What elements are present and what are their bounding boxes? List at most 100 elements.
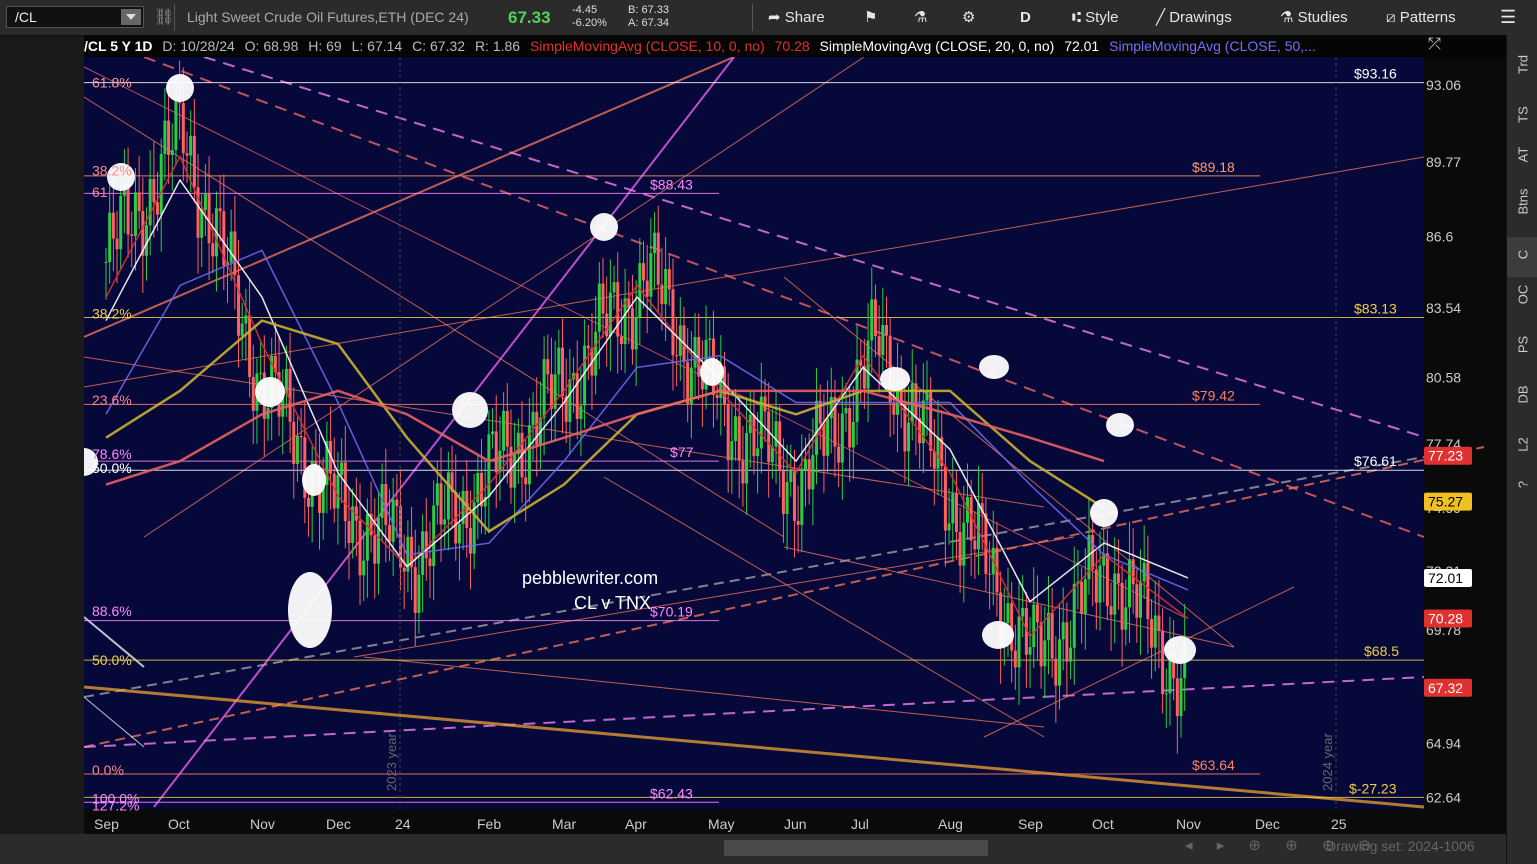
- candle-body: [649, 252, 653, 297]
- y-tick-label: 64.94: [1426, 736, 1461, 752]
- candle-body: [457, 524, 461, 544]
- candle-body: [358, 520, 362, 576]
- candle-body: [244, 315, 248, 324]
- price-level-label: $88.43: [650, 176, 693, 192]
- right-panel-tab-label: AT: [1515, 146, 1531, 163]
- candle-body: [579, 405, 583, 420]
- gear-icon[interactable]: ⚙: [962, 0, 975, 35]
- candle-body: [211, 243, 215, 257]
- candle-body: [130, 234, 134, 236]
- candle-body: [575, 373, 579, 420]
- candle-body: [837, 446, 841, 463]
- ohlc-low: L: 67.14: [351, 38, 403, 54]
- candle-body: [767, 411, 771, 463]
- candle-body: [619, 336, 623, 345]
- right-panel-tab[interactable]: DB: [1507, 377, 1537, 417]
- candle-body: [734, 416, 738, 442]
- style-button[interactable]: ⑆ Style: [1072, 0, 1119, 35]
- candle-body: [675, 355, 679, 357]
- right-panel-tab[interactable]: Btns: [1507, 187, 1537, 227]
- right-panel-tab[interactable]: C: [1507, 237, 1537, 277]
- share-button[interactable]: ➦ Share: [768, 0, 825, 35]
- y-tick-label: 89.77: [1426, 154, 1461, 170]
- candle-body: [299, 435, 303, 438]
- candle-body: [737, 416, 741, 461]
- candle-body: [848, 408, 852, 448]
- candle-body: [159, 153, 163, 215]
- candle-body: [468, 528, 472, 554]
- link-icon[interactable]: ⛓: [154, 0, 174, 35]
- candle-body: [752, 414, 756, 457]
- flag-icon[interactable]: ⚑: [864, 0, 877, 35]
- candle-body: [667, 269, 671, 290]
- crosshair-off-icon[interactable]: ⤱: [1428, 36, 1441, 54]
- ohlc-date: D: 10/28/24: [162, 38, 235, 54]
- candle-body: [1043, 640, 1047, 667]
- menu-icon[interactable]: ☰: [1500, 0, 1516, 35]
- right-panel: Trd TS AT Btns C OC PS DB L2?: [1506, 35, 1537, 864]
- candle-body: [800, 470, 804, 525]
- fib-label: 61: [92, 184, 108, 200]
- candle-body: [259, 372, 263, 374]
- right-panel-tab[interactable]: Trd: [1507, 47, 1537, 87]
- right-panel-tab[interactable]: PS: [1507, 327, 1537, 367]
- candle-body: [336, 474, 340, 509]
- price-level-label: $-27.23: [1349, 780, 1397, 796]
- candle-body: [936, 437, 940, 469]
- candle-body: [1131, 559, 1135, 585]
- drawings-button[interactable]: ╱ Drawings: [1156, 0, 1232, 35]
- period-button[interactable]: D: [1020, 0, 1031, 35]
- candle-body: [446, 472, 450, 520]
- scrollbar-thumb[interactable]: [724, 840, 988, 856]
- highlight-circle: [288, 572, 332, 648]
- x-tick-label: Sep: [94, 816, 119, 832]
- style-label: Style: [1085, 9, 1119, 26]
- price-level-label: $79.42: [1192, 387, 1235, 403]
- candle-body: [542, 359, 546, 418]
- symbol-description: Light Sweet Crude Oil Futures,ETH (DEC 2…: [187, 9, 469, 25]
- right-panel-tab[interactable]: TS: [1507, 97, 1537, 137]
- y-tick-label: 93.06: [1426, 77, 1461, 93]
- right-panel-tab[interactable]: ?: [1507, 467, 1537, 507]
- candle-body: [822, 423, 826, 456]
- candle-body: [443, 519, 447, 525]
- highlight-circle: [979, 355, 1009, 379]
- right-panel-tab[interactable]: L2: [1507, 427, 1537, 467]
- candle-body: [634, 317, 638, 350]
- candle-body: [487, 434, 491, 497]
- ohlc-range: R: 1.86: [474, 38, 521, 54]
- candle-body: [1150, 619, 1154, 648]
- candle-body: [203, 193, 207, 211]
- candle-body: [362, 560, 366, 576]
- candle-body: [295, 435, 299, 465]
- flask-icon[interactable]: ⚗: [914, 0, 927, 35]
- right-panel-tab[interactable]: AT: [1507, 137, 1537, 177]
- candle-body: [174, 95, 178, 150]
- candle-body: [524, 477, 528, 485]
- candle-body: [148, 178, 152, 226]
- studies-label: Studies: [1297, 9, 1348, 26]
- candle-body: [796, 520, 800, 525]
- candle-body: [947, 523, 951, 531]
- candle-body: [1161, 630, 1165, 695]
- candle-body: [126, 183, 130, 235]
- candle-body: [664, 269, 668, 305]
- price-chart[interactable]: $93.16 $89.18 $88.43 $83.13 $79.42 $77 $76.61 $…: [84, 57, 1506, 854]
- candle-body: [844, 408, 848, 414]
- studies-button[interactable]: ⚗ Studies: [1280, 0, 1348, 35]
- ask-value: A: 67.34: [628, 17, 669, 29]
- patterns-button[interactable]: ⧄ Patterns: [1386, 0, 1456, 35]
- chevron-down-icon[interactable]: [121, 9, 141, 25]
- candle-body: [877, 336, 881, 356]
- candle-body: [1124, 607, 1128, 630]
- candle-body: [1109, 606, 1113, 615]
- highlight-circle: [1090, 499, 1118, 527]
- candle-body: [789, 470, 793, 482]
- candle-body: [535, 411, 539, 446]
- symbol-selector[interactable]: /CL: [6, 6, 144, 28]
- right-panel-tab[interactable]: OC: [1507, 277, 1537, 317]
- right-panel-tab-label: L2: [1515, 437, 1531, 452]
- candle-body: [237, 275, 241, 336]
- x-tick-label: Nov: [1176, 816, 1201, 832]
- candle-body: [189, 135, 193, 156]
